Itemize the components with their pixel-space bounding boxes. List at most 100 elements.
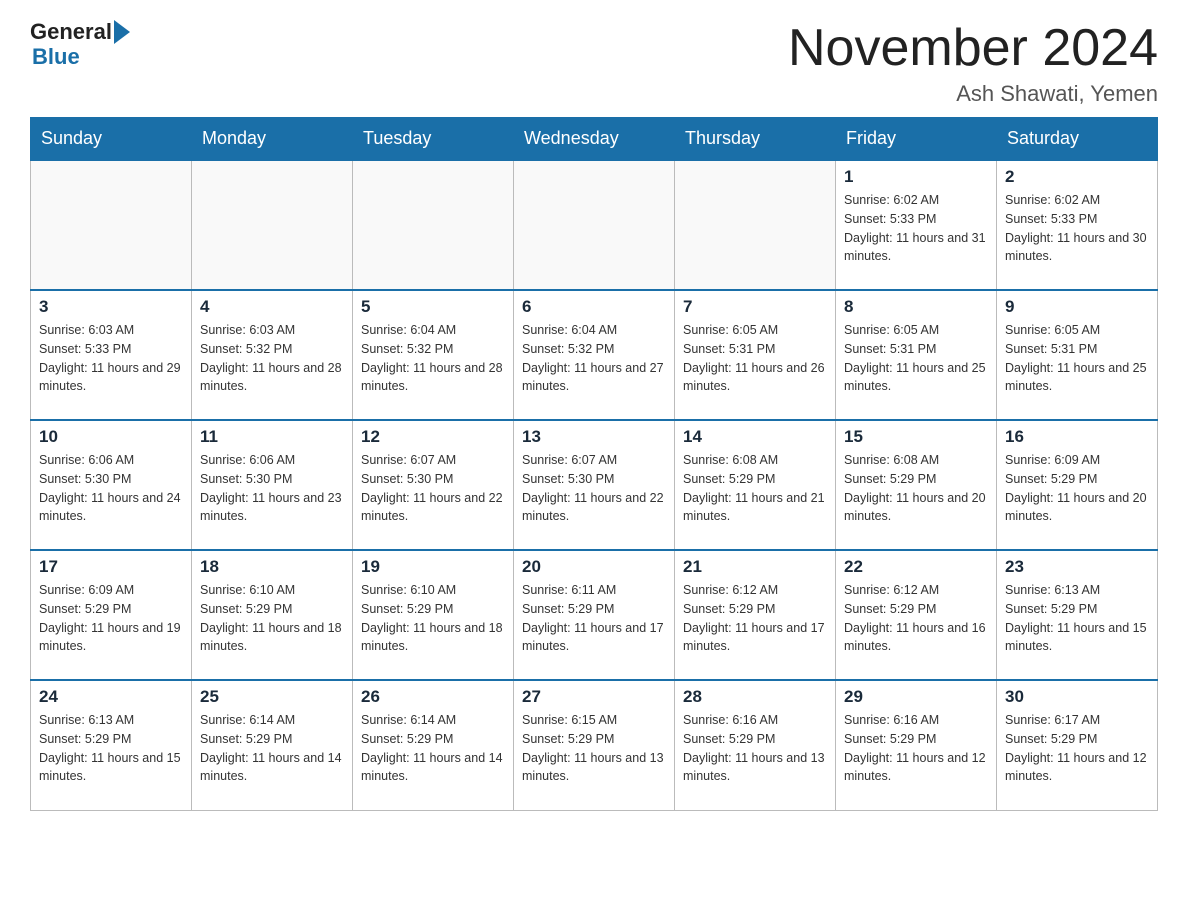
sun-info: Sunrise: 6:12 AMSunset: 5:29 PMDaylight:…	[844, 581, 988, 656]
sun-info: Sunrise: 6:07 AMSunset: 5:30 PMDaylight:…	[522, 451, 666, 526]
logo-arrow-icon	[114, 20, 130, 44]
calendar-cell: 20 Sunrise: 6:11 AMSunset: 5:29 PMDayligh…	[514, 550, 675, 680]
sun-info: Sunrise: 6:10 AMSunset: 5:29 PMDaylight:…	[361, 581, 505, 656]
sun-info: Sunrise: 6:06 AMSunset: 5:30 PMDaylight:…	[200, 451, 344, 526]
calendar-cell: 8 Sunrise: 6:05 AMSunset: 5:31 PMDaylight…	[836, 290, 997, 420]
calendar-cell: 7Sunrise: 6:05 AMSunset: 5:31 PMDaylight…	[675, 290, 836, 420]
calendar-header-row: SundayMondayTuesdayWednesdayThursdayFrid…	[31, 118, 1158, 161]
logo-blue: Blue	[32, 44, 80, 70]
calendar-cell	[514, 160, 675, 290]
calendar-cell: 30 Sunrise: 6:17 AMSunset: 5:29 PMDayligh…	[997, 680, 1158, 810]
day-number: 29	[844, 687, 988, 707]
title-block: November 2024 Ash Shawati, Yemen	[788, 20, 1158, 107]
sun-info: Sunrise: 6:03 AMSunset: 5:33 PMDaylight:…	[39, 321, 183, 396]
day-number: 8	[844, 297, 988, 317]
logo: General Blue	[30, 20, 132, 70]
sun-info: Sunrise: 6:05 AMSunset: 5:31 PMDaylight:…	[683, 321, 827, 396]
calendar-cell: 9 Sunrise: 6:05 AMSunset: 5:31 PMDaylight…	[997, 290, 1158, 420]
calendar-cell: 19 Sunrise: 6:10 AMSunset: 5:29 PMDayligh…	[353, 550, 514, 680]
day-number: 12	[361, 427, 505, 447]
week-row-2: 3 Sunrise: 6:03 AMSunset: 5:33 PMDaylight…	[31, 290, 1158, 420]
logo-general: General	[30, 21, 112, 43]
day-number: 30	[1005, 687, 1149, 707]
day-number: 21	[683, 557, 827, 577]
week-row-5: 24 Sunrise: 6:13 AMSunset: 5:29 PMDayligh…	[31, 680, 1158, 810]
sun-info: Sunrise: 6:12 AMSunset: 5:29 PMDaylight:…	[683, 581, 827, 656]
calendar-cell: 2Sunrise: 6:02 AMSunset: 5:33 PMDaylight…	[997, 160, 1158, 290]
calendar-cell: 5 Sunrise: 6:04 AMSunset: 5:32 PMDaylight…	[353, 290, 514, 420]
calendar-cell: 3 Sunrise: 6:03 AMSunset: 5:33 PMDaylight…	[31, 290, 192, 420]
calendar-cell: 26 Sunrise: 6:14 AMSunset: 5:29 PMDayligh…	[353, 680, 514, 810]
day-number: 20	[522, 557, 666, 577]
sun-info: Sunrise: 6:13 AMSunset: 5:29 PMDaylight:…	[39, 711, 183, 786]
weekday-header-tuesday: Tuesday	[353, 118, 514, 161]
sun-info: Sunrise: 6:08 AMSunset: 5:29 PMDaylight:…	[683, 451, 827, 526]
sun-info: Sunrise: 6:15 AMSunset: 5:29 PMDaylight:…	[522, 711, 666, 786]
calendar-cell: 18Sunrise: 6:10 AMSunset: 5:29 PMDayligh…	[192, 550, 353, 680]
page-header: General Blue November 2024 Ash Shawati, …	[30, 20, 1158, 107]
weekday-header-saturday: Saturday	[997, 118, 1158, 161]
sun-info: Sunrise: 6:10 AMSunset: 5:29 PMDaylight:…	[200, 581, 344, 656]
calendar-cell	[675, 160, 836, 290]
day-number: 27	[522, 687, 666, 707]
sun-info: Sunrise: 6:07 AMSunset: 5:30 PMDaylight:…	[361, 451, 505, 526]
day-number: 24	[39, 687, 183, 707]
calendar-cell: 4 Sunrise: 6:03 AMSunset: 5:32 PMDaylight…	[192, 290, 353, 420]
calendar-cell: 1 Sunrise: 6:02 AMSunset: 5:33 PMDaylight…	[836, 160, 997, 290]
day-number: 5	[361, 297, 505, 317]
calendar-cell	[31, 160, 192, 290]
sun-info: Sunrise: 6:09 AMSunset: 5:29 PMDaylight:…	[39, 581, 183, 656]
day-number: 6	[522, 297, 666, 317]
sun-info: Sunrise: 6:04 AMSunset: 5:32 PMDaylight:…	[522, 321, 666, 396]
sun-info: Sunrise: 6:11 AMSunset: 5:29 PMDaylight:…	[522, 581, 666, 656]
weekday-header-sunday: Sunday	[31, 118, 192, 161]
calendar-cell: 10Sunrise: 6:06 AMSunset: 5:30 PMDayligh…	[31, 420, 192, 550]
day-number: 13	[522, 427, 666, 447]
sun-info: Sunrise: 6:16 AMSunset: 5:29 PMDaylight:…	[683, 711, 827, 786]
calendar-cell: 24 Sunrise: 6:13 AMSunset: 5:29 PMDayligh…	[31, 680, 192, 810]
calendar-cell	[353, 160, 514, 290]
day-number: 1	[844, 167, 988, 187]
day-number: 28	[683, 687, 827, 707]
calendar-cell: 23Sunrise: 6:13 AMSunset: 5:29 PMDayligh…	[997, 550, 1158, 680]
sun-info: Sunrise: 6:14 AMSunset: 5:29 PMDaylight:…	[200, 711, 344, 786]
day-number: 10	[39, 427, 183, 447]
sun-info: Sunrise: 6:14 AMSunset: 5:29 PMDaylight:…	[361, 711, 505, 786]
sun-info: Sunrise: 6:05 AMSunset: 5:31 PMDaylight:…	[1005, 321, 1149, 396]
day-number: 11	[200, 427, 344, 447]
sun-info: Sunrise: 6:02 AMSunset: 5:33 PMDaylight:…	[844, 191, 988, 266]
sun-info: Sunrise: 6:05 AMSunset: 5:31 PMDaylight:…	[844, 321, 988, 396]
weekday-header-thursday: Thursday	[675, 118, 836, 161]
sun-info: Sunrise: 6:02 AMSunset: 5:33 PMDaylight:…	[1005, 191, 1149, 266]
day-number: 26	[361, 687, 505, 707]
sun-info: Sunrise: 6:04 AMSunset: 5:32 PMDaylight:…	[361, 321, 505, 396]
day-number: 4	[200, 297, 344, 317]
calendar-cell: 15Sunrise: 6:08 AMSunset: 5:29 PMDayligh…	[836, 420, 997, 550]
day-number: 15	[844, 427, 988, 447]
location: Ash Shawati, Yemen	[788, 81, 1158, 107]
day-number: 17	[39, 557, 183, 577]
sun-info: Sunrise: 6:17 AMSunset: 5:29 PMDaylight:…	[1005, 711, 1149, 786]
sun-info: Sunrise: 6:09 AMSunset: 5:29 PMDaylight:…	[1005, 451, 1149, 526]
sun-info: Sunrise: 6:03 AMSunset: 5:32 PMDaylight:…	[200, 321, 344, 396]
day-number: 23	[1005, 557, 1149, 577]
calendar-cell: 16 Sunrise: 6:09 AMSunset: 5:29 PMDayligh…	[997, 420, 1158, 550]
calendar-cell: 13 Sunrise: 6:07 AMSunset: 5:30 PMDayligh…	[514, 420, 675, 550]
sun-info: Sunrise: 6:16 AMSunset: 5:29 PMDaylight:…	[844, 711, 988, 786]
day-number: 25	[200, 687, 344, 707]
day-number: 14	[683, 427, 827, 447]
month-title: November 2024	[788, 20, 1158, 77]
weekday-header-wednesday: Wednesday	[514, 118, 675, 161]
day-number: 16	[1005, 427, 1149, 447]
calendar-cell: 28 Sunrise: 6:16 AMSunset: 5:29 PMDayligh…	[675, 680, 836, 810]
calendar-cell: 11 Sunrise: 6:06 AMSunset: 5:30 PMDayligh…	[192, 420, 353, 550]
day-number: 9	[1005, 297, 1149, 317]
calendar-cell: 29 Sunrise: 6:16 AMSunset: 5:29 PMDayligh…	[836, 680, 997, 810]
day-number: 3	[39, 297, 183, 317]
week-row-3: 10 Sunrise: 6:06 AMSunset: 5:30 PMDayligh…	[31, 420, 1158, 550]
calendar-cell: 6 Sunrise: 6:04 AMSunset: 5:32 PMDaylight…	[514, 290, 675, 420]
day-number: 19	[361, 557, 505, 577]
weekday-header-friday: Friday	[836, 118, 997, 161]
calendar-cell: 12 Sunrise: 6:07 AMSunset: 5:30 PMDayligh…	[353, 420, 514, 550]
calendar-cell	[192, 160, 353, 290]
